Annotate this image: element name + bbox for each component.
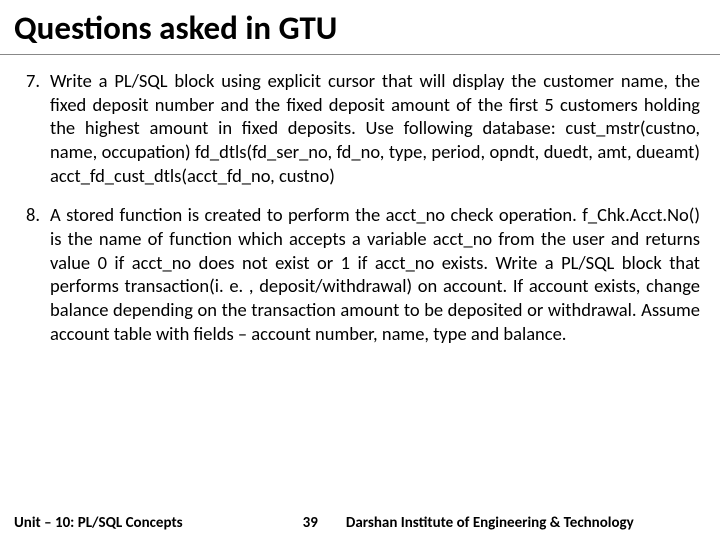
item-text: Write a PL/SQL block using explicit curs…: [50, 69, 700, 187]
list-item: 7. Write a PL/SQL block using explicit c…: [20, 69, 700, 187]
item-number: 7.: [20, 69, 50, 187]
slide-title: Questions asked in GTU: [0, 0, 720, 55]
item-text: A stored function is created to perform …: [50, 203, 700, 345]
footer: Unit – 10: PL/SQL Concepts 39 Darshan In…: [0, 508, 720, 540]
footer-page: 39: [183, 514, 346, 532]
item-number: 8.: [20, 203, 50, 345]
footer-institute: Darshan Institute of Engineering & Techn…: [346, 514, 634, 532]
content-area: 7. Write a PL/SQL block using explicit c…: [0, 55, 720, 345]
list-item: 8. A stored function is created to perfo…: [20, 203, 700, 345]
footer-unit: Unit – 10: PL/SQL Concepts: [14, 514, 183, 532]
